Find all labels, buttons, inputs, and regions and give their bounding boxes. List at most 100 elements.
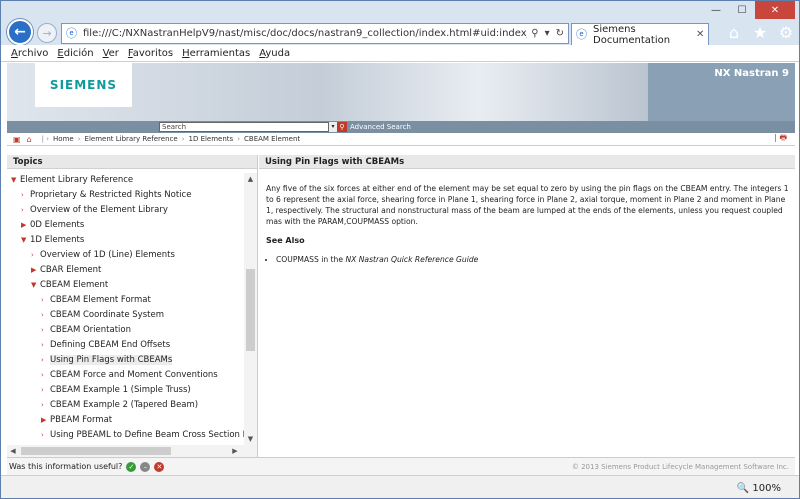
tab-close-icon[interactable]: ✕ [696, 29, 708, 40]
browser-chrome: — ☐ ✕ ← → ⓔ file:///C:/NXNastranHelpV9/n… [1, 1, 799, 46]
product-name: NX Nastran 9 [648, 63, 795, 121]
browser-tab[interactable]: ⓔ Siemens Documentation ✕ [571, 23, 709, 46]
collapsed-folder-arrow-icon[interactable]: ▶ [21, 218, 30, 233]
see-also-item[interactable]: COUPMASS in the NX Nastran Quick Referen… [276, 254, 789, 265]
menu-archivo[interactable]: Archivo [11, 48, 48, 59]
site-banner: SIEMENS NX Nastran 9 [7, 63, 795, 121]
feedback-yes-icon[interactable]: ✓ [126, 461, 137, 472]
topic-label: Using Pin Flags with CBEAMs [50, 355, 173, 365]
menu-herramientas[interactable]: Herramientas [182, 48, 250, 59]
scroll-right-icon[interactable]: ▶ [229, 445, 241, 457]
home-icon[interactable]: ⌂ [725, 23, 743, 42]
collapsed-folder-arrow-icon[interactable]: ▶ [31, 263, 40, 278]
topic-item[interactable]: ▼ CBEAM Element [7, 278, 244, 293]
topic-item[interactable]: › CBEAM Orientation [7, 323, 244, 338]
topic-item[interactable]: › Using Pin Flags with CBEAMs [7, 353, 244, 368]
chevron-right-icon[interactable]: › [41, 293, 50, 308]
zoom-level[interactable]: 🔍 100% [737, 483, 781, 494]
collapsed-folder-arrow-icon[interactable]: ▶ [41, 413, 50, 428]
expanded-arrow-icon[interactable]: ▼ [31, 278, 40, 293]
scroll-left-icon[interactable]: ◀ [7, 445, 19, 457]
topic-item[interactable]: › Overview of the Element Library [7, 203, 244, 218]
reference-guide-link[interactable]: NX Nastran Quick Reference Guide [345, 255, 478, 264]
search-go-button[interactable]: ⚲ [337, 122, 347, 132]
chevron-right-icon[interactable]: › [21, 188, 30, 203]
search-scope-dropdown[interactable]: ▾ [329, 122, 337, 132]
topic-item[interactable]: › CBEAM Force and Moment Conventions [7, 368, 244, 383]
topic-item[interactable]: ▶ CBAR Element [7, 263, 244, 278]
menu-ayuda[interactable]: Ayuda [259, 48, 290, 59]
minimize-button[interactable]: — [703, 1, 729, 19]
breadcrumb-home[interactable]: Home [53, 135, 74, 143]
chevron-right-icon[interactable]: › [41, 428, 50, 443]
toc-icon[interactable]: ▣ [13, 135, 21, 144]
topic-item[interactable]: › CBEAM Element Format [7, 293, 244, 308]
menu-edicion[interactable]: Edición [57, 48, 93, 59]
feedback-footer: Was this information useful? ✓ – ✕ © 201… [7, 457, 795, 475]
expanded-arrow-icon[interactable]: ▼ [21, 233, 30, 248]
topic-item[interactable]: ▼ Element Library Reference [7, 173, 244, 188]
menu-ver[interactable]: Ver [103, 48, 119, 59]
topic-label: Proprietary & Restricted Rights Notice [30, 190, 192, 200]
address-bar[interactable]: ⓔ file:///C:/NXNastranHelpV9/nast/misc/d… [61, 23, 569, 44]
chevron-right-icon[interactable]: › [41, 398, 50, 413]
hscroll-thumb[interactable] [21, 447, 171, 455]
expanded-arrow-icon[interactable]: ▼ [11, 173, 20, 188]
breadcrumb-cbeam[interactable]: CBEAM Element [244, 135, 300, 143]
chevron-right-icon[interactable]: › [41, 308, 50, 323]
home-small-icon[interactable]: ⌂ [27, 135, 32, 144]
topic-label: Overview of 1D (Line) Elements [40, 250, 175, 260]
back-button[interactable]: ← [7, 19, 33, 45]
topic-item[interactable]: › CBEAM Example 1 (Simple Truss) [7, 383, 244, 398]
chevron-right-icon[interactable]: › [41, 338, 50, 353]
chevron-right-icon[interactable]: › [41, 353, 50, 368]
topic-item[interactable]: › Proprietary & Restricted Rights Notice [7, 188, 244, 203]
topic-item[interactable]: › CBEAM Coordinate System [7, 308, 244, 323]
feedback-no-icon[interactable]: ✕ [154, 461, 165, 472]
scroll-up-icon[interactable]: ▲ [244, 173, 257, 185]
breadcrumb-element-library[interactable]: Element Library Reference [85, 135, 178, 143]
print-icon[interactable]: | 🖶 [774, 132, 787, 146]
close-window-button[interactable]: ✕ [755, 1, 795, 19]
maximize-button[interactable]: ☐ [729, 1, 755, 19]
topic-item[interactable]: › Overview of 1D (Line) Elements [7, 248, 244, 263]
breadcrumb: ▣ ⌂ | › Home › Element Library Reference… [7, 133, 795, 146]
menu-favoritos[interactable]: Favoritos [128, 48, 173, 59]
see-also-heading: See Also [266, 236, 305, 245]
chevron-right-icon[interactable]: › [41, 383, 50, 398]
browser-toolbar-icons: ⌂ ★ ⚙ [725, 23, 795, 42]
topic-label: 0D Elements [30, 220, 85, 230]
forward-button[interactable]: → [37, 23, 57, 43]
topic-label: CBAR Element [40, 265, 102, 275]
topic-item[interactable]: ▶ 0D Elements [7, 218, 244, 233]
advanced-search-link[interactable]: Advanced Search [350, 122, 411, 132]
ie-page-icon: ⓔ [66, 27, 77, 40]
topics-horizontal-scrollbar[interactable]: ◀ ▶ [7, 445, 257, 457]
topic-item[interactable]: › CBEAM Example 2 (Tapered Beam) [7, 398, 244, 413]
address-url[interactable]: file:///C:/NXNastranHelpV9/nast/misc/doc… [83, 28, 527, 39]
chevron-right-icon[interactable]: › [41, 368, 50, 383]
scroll-thumb[interactable] [246, 269, 255, 351]
address-tools: ⚲ ▾ ↻ [527, 28, 568, 39]
feedback-question: Was this information useful? [9, 462, 123, 471]
topic-item[interactable]: › Using PBEAML to Define Beam Cross Secti… [7, 428, 244, 443]
breadcrumb-1d-elements[interactable]: 1D Elements [189, 135, 234, 143]
topics-vertical-scrollbar[interactable]: ▲ ▼ [244, 173, 257, 445]
feedback-neutral-icon[interactable]: – [140, 461, 151, 472]
scroll-down-icon[interactable]: ▼ [244, 433, 257, 445]
dropdown-arrow-icon[interactable]: ▾ [545, 28, 550, 39]
chevron-right-icon[interactable]: › [41, 323, 50, 338]
topic-label: Element Library Reference [20, 175, 134, 185]
settings-gear-icon[interactable]: ⚙ [777, 23, 795, 42]
favorites-star-icon[interactable]: ★ [751, 23, 769, 42]
topic-item[interactable]: ▶ PBEAM Format [7, 413, 244, 428]
topic-item[interactable]: ▼ 1D Elements [7, 233, 244, 248]
topic-item[interactable]: › Defining CBEAM End Offsets [7, 338, 244, 353]
siemens-logo: SIEMENS [35, 63, 132, 107]
chevron-right-icon[interactable]: › [21, 203, 30, 218]
search-input[interactable]: Search [159, 122, 329, 132]
search-icon[interactable]: ⚲ [531, 28, 538, 39]
chevron-right-icon[interactable]: › [31, 248, 40, 263]
topic-label: CBEAM Orientation [50, 325, 131, 335]
refresh-icon[interactable]: ↻ [556, 28, 564, 39]
